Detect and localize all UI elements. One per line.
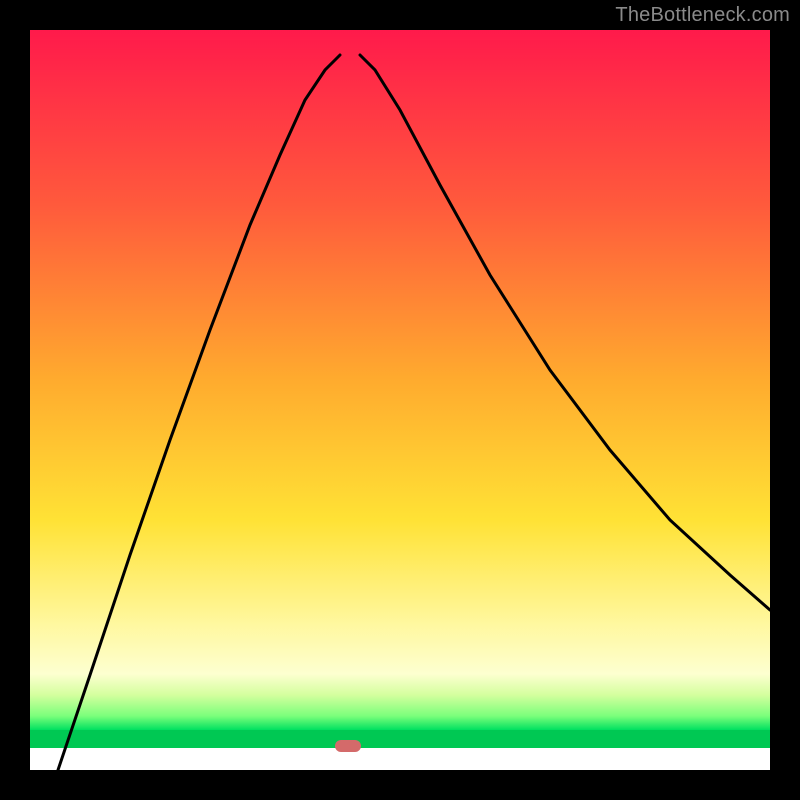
optimal-marker bbox=[335, 740, 361, 752]
bottleneck-curve bbox=[30, 30, 770, 770]
chart-frame: TheBottleneck.com bbox=[0, 0, 800, 800]
watermark-text: TheBottleneck.com bbox=[615, 4, 790, 27]
plot-area bbox=[30, 30, 770, 770]
